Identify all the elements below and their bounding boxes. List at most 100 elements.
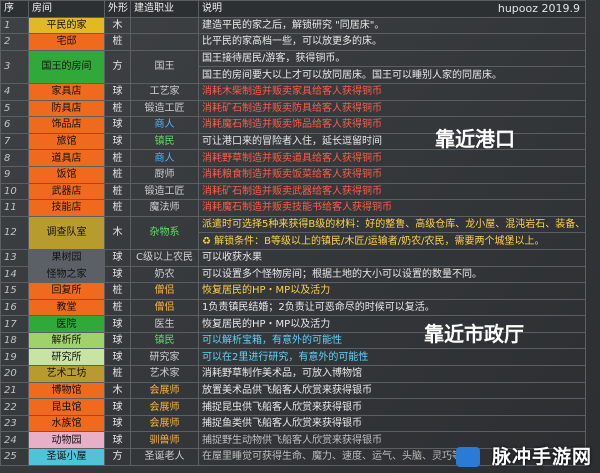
- row-seq: 3: [0, 49, 29, 84]
- row-seq: 21: [0, 381, 29, 400]
- table-row: 18 解析所球镇民 可以解析宝箱，有意外的可能性: [0, 331, 586, 350]
- row-shape: 球: [104, 82, 131, 101]
- row-shape: 球: [104, 315, 131, 333]
- table-row: 10 武器店桩锻造工匠 消耗矿石制造并贩卖武器给客人获得铜币: [0, 182, 586, 201]
- row-seq: 10: [0, 182, 29, 201]
- row-job: 会展师: [130, 398, 199, 416]
- row-desc: 可以解析宝箱，有意外的可能性: [198, 331, 586, 350]
- table-row: 12 调查队室木杂物系 派遣时可选择5种来获得B级的材料：好的整鲁、高级仓库、龙小屋…: [0, 215, 586, 250]
- row-desc-extra: ♻ 解锁条件：B等级以上的镇民/木匠/运输者/奶农/农民，需要两个城堡以上。: [198, 232, 586, 250]
- row-seq: 17: [0, 315, 29, 333]
- row-room: 教堂: [28, 298, 105, 317]
- table-row: 2 宅邸桩 比平民的家高档一些，可以放更多的床。: [0, 33, 586, 51]
- row-seq: 24: [0, 431, 29, 450]
- row-job: 商人: [130, 149, 199, 167]
- row-shape: 桩: [104, 282, 131, 300]
- row-desc: 消耗矿石制造并贩卖武器给客人获得铜币: [198, 182, 586, 201]
- row-desc: 捕捉昆虫供飞船客人欣赏来获得银币: [198, 398, 586, 416]
- row-job: [130, 33, 199, 51]
- row-seq: 25: [0, 448, 29, 466]
- row-seq: 2: [0, 33, 29, 51]
- row-shape: 球: [104, 331, 131, 350]
- table-row: 21 博物馆木会展师 放置美术品供飞船客人欣赏来获得银币: [0, 381, 586, 400]
- row-shape: 球: [104, 248, 131, 267]
- row-shape: 木: [104, 16, 131, 35]
- row-seq: 9: [0, 165, 29, 184]
- row-seq: 11: [0, 199, 29, 217]
- table-row: 15 回复所桩僧侣 恢复居民的HP・MP以及活力: [0, 282, 586, 300]
- row-job: 魔法师: [130, 199, 199, 217]
- row-room: 技能店: [28, 199, 105, 217]
- row-shape: 桩: [104, 165, 131, 184]
- row-desc: 国王接待居民/游客，获得铜币。: [198, 49, 586, 68]
- row-desc: 建造平民的家之后，解锁研究 "同居床"。: [198, 16, 586, 35]
- row-seq: 5: [0, 99, 29, 118]
- row-shape: 木: [104, 215, 131, 250]
- row-job: 僧侣: [130, 298, 199, 317]
- table-row: 3 国王的房间方国王 国王接待居民/游客，获得铜币。: [0, 49, 586, 84]
- row-room: 平民的家: [28, 16, 105, 35]
- row-room: 国王的房间: [28, 49, 105, 84]
- row-room: 医院: [28, 315, 105, 333]
- row-seq: 7: [0, 132, 29, 151]
- row-desc-extra: 国王的房间要大以上才可以放同居床。国王可以睡别人家的同居床。: [198, 66, 586, 84]
- row-room: 道具店: [28, 149, 105, 167]
- row-shape: 球: [104, 431, 131, 450]
- row-desc: 消耗木柴制造并贩卖家具给客人获得铜币: [198, 82, 586, 101]
- row-seq: 13: [0, 248, 29, 267]
- header-shape: 外形: [104, 0, 131, 18]
- row-desc: 可以在2里进行研究，有意外的可能性: [198, 348, 586, 367]
- facility-table: 序 房间 外形 建造职业 说明 1 平民的家木建造平民的家之后，解锁研究 "同居床…: [0, 0, 586, 466]
- table-row: 17 医院球医生 恢复居民的HP・MP以及活力: [0, 315, 586, 333]
- row-job: 奶农: [130, 265, 199, 284]
- row-desc: 恢复居民的HP・MP以及活力: [198, 282, 586, 300]
- row-room: 研究所: [28, 348, 105, 367]
- table-row: 7 旅馆球镇民 可让港口来的冒险者入住，延长逗留时间: [0, 132, 586, 151]
- row-shape: 方: [104, 49, 131, 84]
- row-shape: 桩: [104, 149, 131, 167]
- row-job: 工艺家: [130, 82, 199, 101]
- table-row: 11 技能店桩魔法师 消耗魔石制造并贩卖技能书给客人获得铜币: [0, 199, 586, 217]
- row-room: 武器店: [28, 182, 105, 201]
- table-row: 20 艺术工坊桩艺术家 消耗野草制作美术品，可放入博物馆: [0, 365, 586, 383]
- row-job: 研究家: [130, 348, 199, 367]
- row-shape: 桩: [104, 33, 131, 51]
- row-job: 驯兽师: [130, 431, 199, 450]
- header-job: 建造职业: [130, 0, 199, 18]
- row-shape: 桩: [104, 99, 131, 118]
- row-seq: 14: [0, 265, 29, 284]
- row-room: 饭馆: [28, 165, 105, 184]
- row-room: 家具店: [28, 82, 105, 101]
- row-desc: 消耗野草制作美术品，可放入博物馆: [198, 365, 586, 383]
- row-seq: 15: [0, 282, 29, 300]
- row-job: [130, 16, 199, 35]
- row-room: 圣诞小屋: [28, 448, 105, 466]
- row-room: 水族馆: [28, 414, 105, 433]
- row-job: 商人: [130, 116, 199, 134]
- row-seq: 8: [0, 149, 29, 167]
- row-shape: 桩: [104, 365, 131, 383]
- row-desc: 比平民的家高档一些，可以放更多的床。: [198, 33, 586, 51]
- brand-logo-icon: [456, 447, 480, 467]
- row-room: 宅邸: [28, 33, 105, 51]
- row-job: 医生: [130, 315, 199, 333]
- table-row: 4 家具店球工艺家 消耗木柴制造并贩卖家具给客人获得铜币: [0, 82, 586, 101]
- row-seq: 1: [0, 16, 29, 35]
- row-desc: 放置美术品供飞船客人欣赏来获得银币: [198, 381, 586, 400]
- row-room: 饰品店: [28, 116, 105, 134]
- row-desc: 派遣时可选择5种来获得B级的材料：好的整鲁、高级仓库、龙小屋、混沌岩石、装备、技…: [198, 215, 586, 234]
- row-seq: 4: [0, 82, 29, 101]
- row-job: C级以上农民: [130, 248, 199, 267]
- row-desc: 消耗矿石制造并贩卖防具给客人获得铜币: [198, 99, 586, 118]
- row-room: 艺术工坊: [28, 365, 105, 383]
- table-row: 5 防具店桩锻造工匠 消耗矿石制造并贩卖防具给客人获得铜币: [0, 99, 586, 118]
- row-desc: 1负责镇民结婚；2负责让可恶命尽的时候可以复活。: [198, 298, 586, 317]
- row-seq: 18: [0, 331, 29, 350]
- row-shape: 桩: [104, 199, 131, 217]
- row-desc: 可以收获水果: [198, 248, 586, 267]
- watermark: hupooz 2019.9: [497, 2, 580, 15]
- row-job: 会展师: [130, 414, 199, 433]
- row-seq: 12: [0, 215, 29, 250]
- row-desc: 可让港口来的冒险者入住，延长逗留时间: [198, 132, 586, 151]
- row-job: 国王: [130, 49, 199, 84]
